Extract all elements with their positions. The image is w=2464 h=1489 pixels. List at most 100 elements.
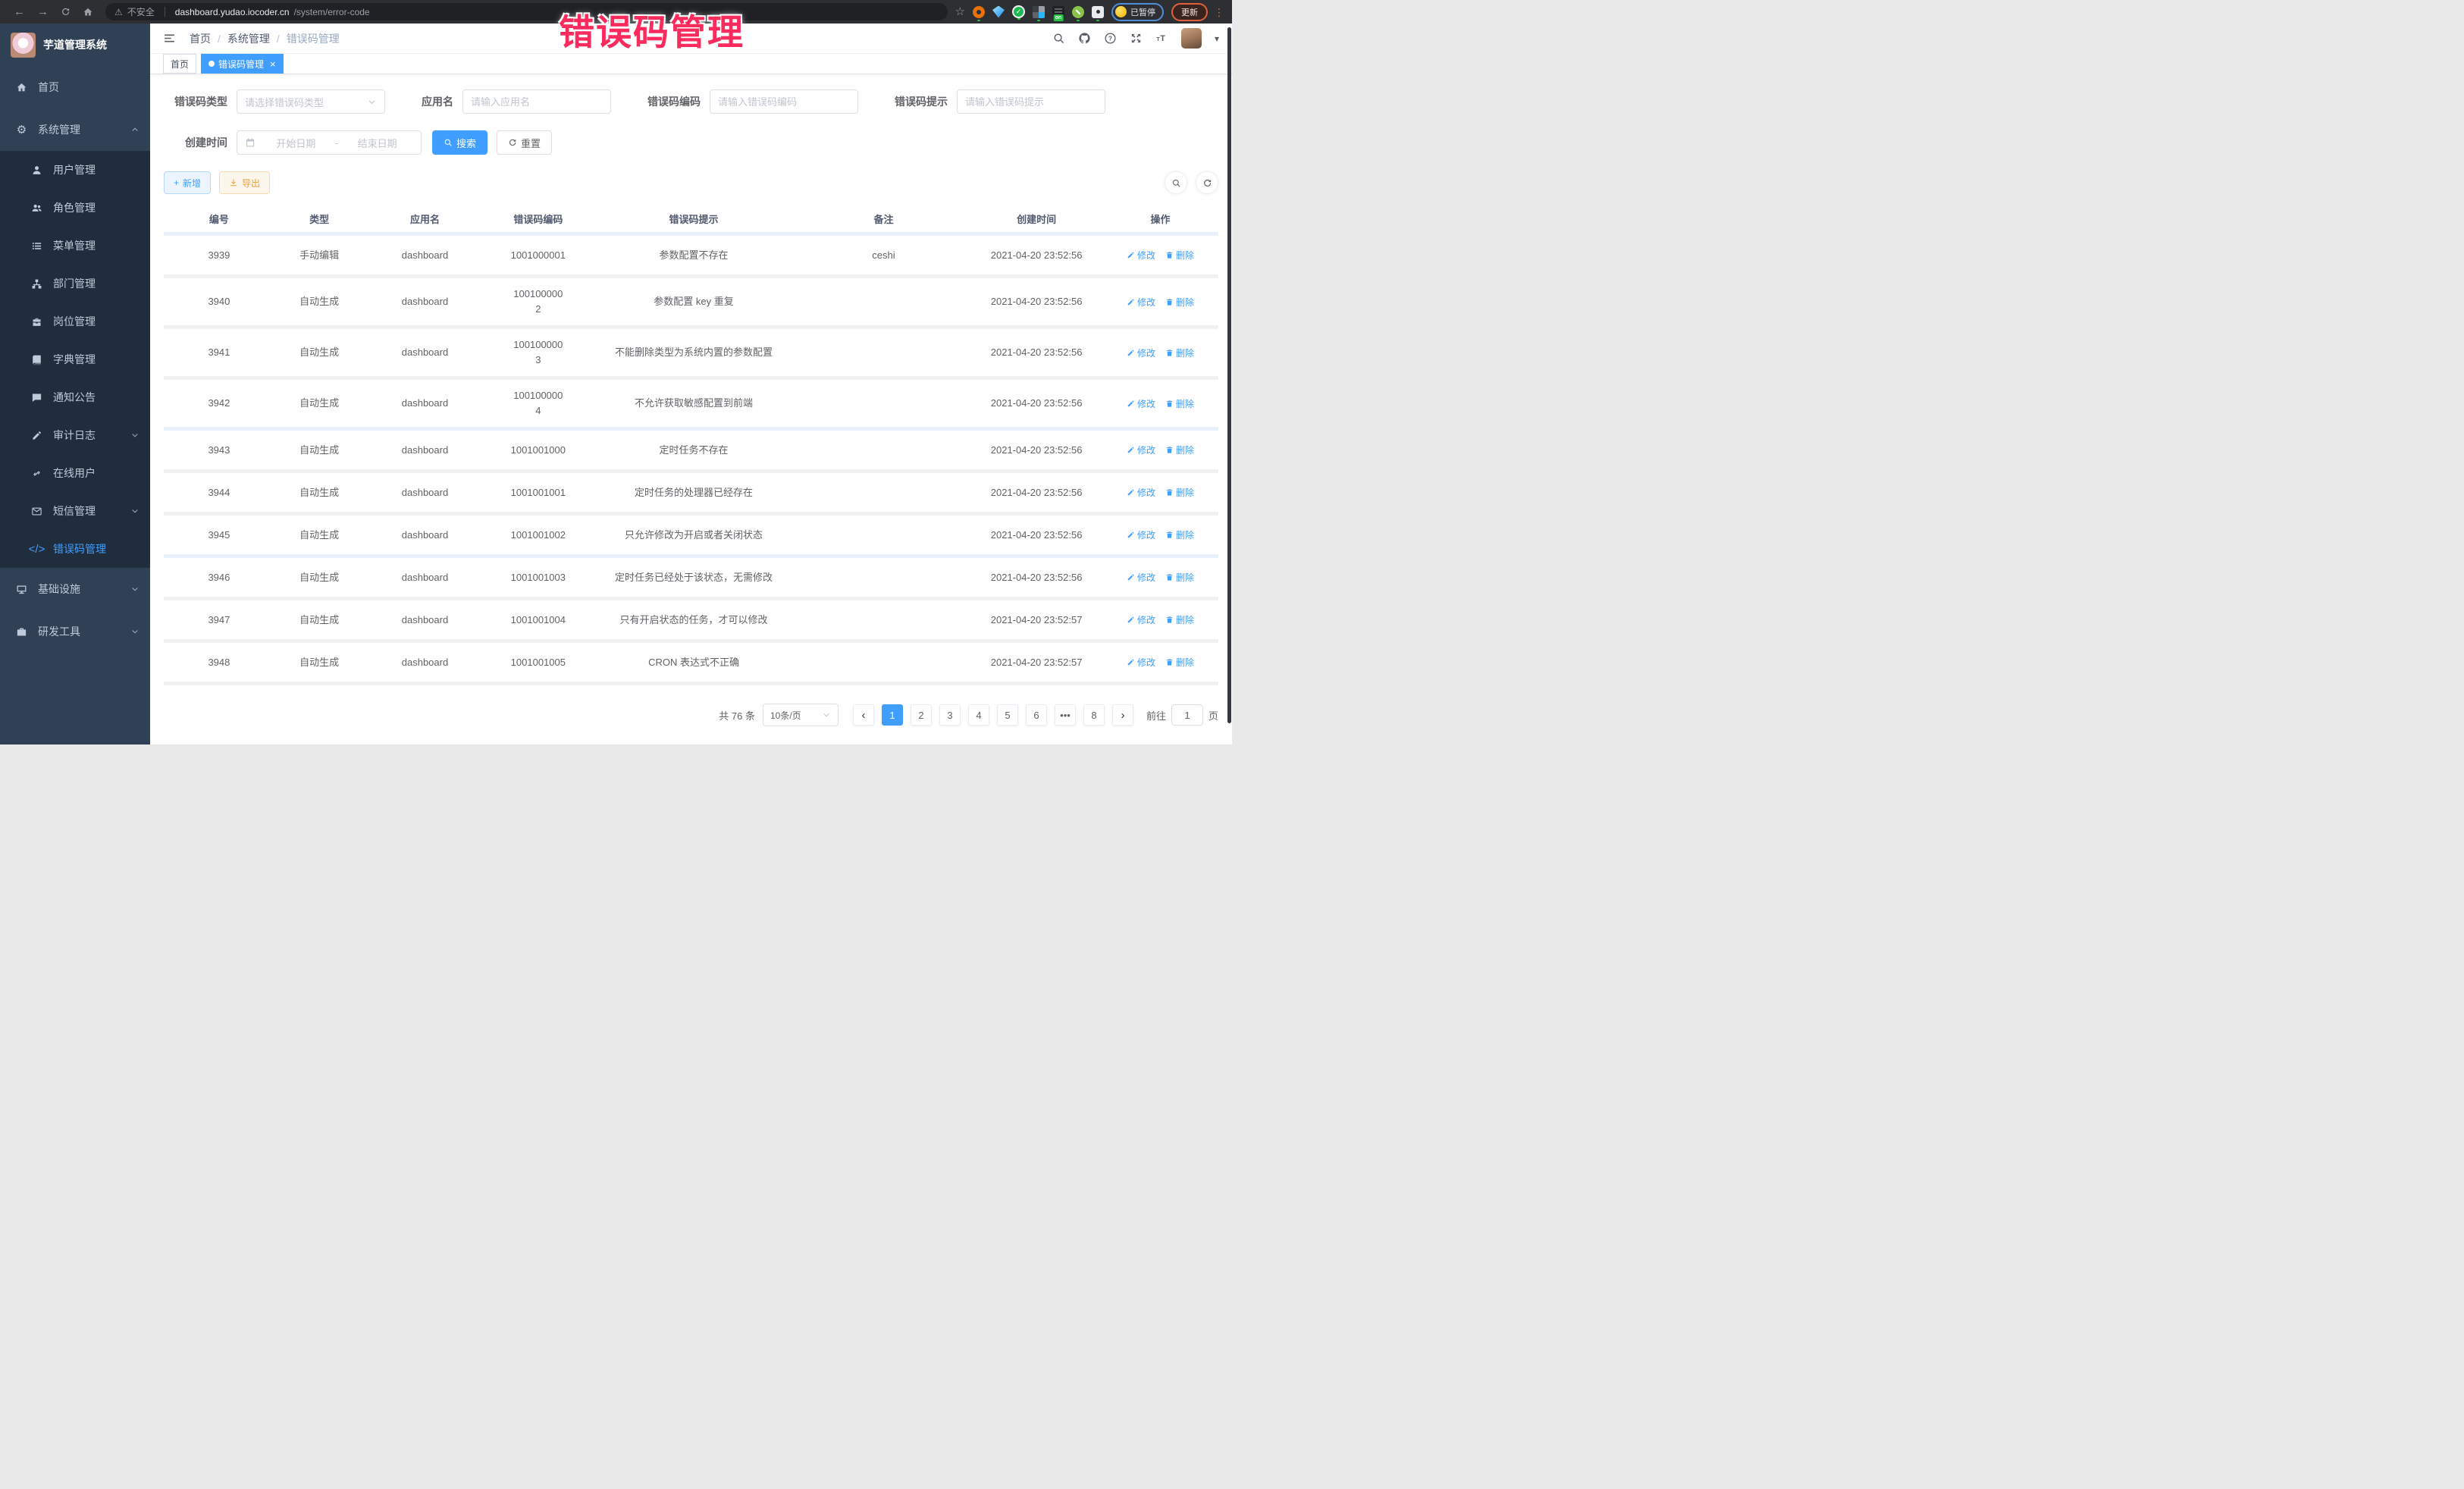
font-size-icon[interactable]: TT bbox=[1155, 32, 1168, 45]
edit-link[interactable]: 修改 bbox=[1127, 656, 1155, 669]
edit-link[interactable]: 修改 bbox=[1127, 296, 1155, 309]
sidebar-item[interactable]: 用户管理 bbox=[0, 151, 150, 189]
security-chip[interactable]: 不安全 bbox=[127, 5, 155, 18]
delete-link[interactable]: 删除 bbox=[1165, 613, 1194, 626]
page-number-button[interactable]: 6 bbox=[1026, 704, 1047, 726]
table-row: 3944 自动生成 dashboard 1001001001 定时任务的处理器已… bbox=[164, 473, 1218, 516]
sidebar-collapse-icon[interactable] bbox=[163, 32, 176, 45]
sidebar-item[interactable]: 在线用户 bbox=[0, 454, 150, 492]
target-extension-icon[interactable] bbox=[973, 6, 985, 18]
reset-button[interactable]: 重置 bbox=[497, 130, 552, 155]
github-icon[interactable] bbox=[1078, 32, 1091, 45]
edit-link[interactable]: 修改 bbox=[1127, 249, 1155, 262]
sidebar-item[interactable]: 菜单管理 bbox=[0, 227, 150, 265]
tab-home[interactable]: 首页 bbox=[163, 54, 196, 74]
edit-link[interactable]: 修改 bbox=[1127, 346, 1155, 359]
bookmark-star-icon[interactable]: ☆ bbox=[955, 6, 965, 17]
puzzle-extension-icon[interactable] bbox=[1092, 6, 1104, 18]
sidebar-item-label: 首页 bbox=[38, 80, 140, 95]
sidebar-item[interactable]: 字典管理 bbox=[0, 340, 150, 378]
delete-link[interactable]: 删除 bbox=[1165, 486, 1194, 499]
avatar-caret-icon[interactable]: ▾ bbox=[1215, 34, 1219, 43]
page-number-button[interactable]: 1 bbox=[882, 704, 903, 726]
prev-page-button[interactable]: ‹ bbox=[853, 704, 874, 726]
table-row: 3948 自动生成 dashboard 1001001005 CRON 表达式不… bbox=[164, 643, 1218, 685]
chevron-left-icon: ‹ bbox=[861, 710, 865, 721]
breadcrumb-home[interactable]: 首页 bbox=[190, 31, 211, 46]
onpage-extension-icon[interactable]: on bbox=[1052, 6, 1064, 18]
page-number-button[interactable]: 8 bbox=[1083, 704, 1105, 726]
sidebar-item[interactable]: ⚙ 系统管理 bbox=[0, 108, 150, 151]
edit-link[interactable]: 修改 bbox=[1127, 528, 1155, 541]
code-icon: </> bbox=[30, 544, 43, 555]
page-number-button[interactable]: 3 bbox=[939, 704, 961, 726]
edit-link[interactable]: 修改 bbox=[1127, 444, 1155, 456]
date-end-placeholder: 结束日期 bbox=[341, 136, 413, 150]
export-button[interactable]: 导出 bbox=[219, 171, 270, 194]
delete-link[interactable]: 删除 bbox=[1165, 249, 1194, 262]
edit-link[interactable]: 修改 bbox=[1127, 486, 1155, 499]
sidebar-item[interactable]: 短信管理 bbox=[0, 492, 150, 530]
table-header-cell: 应用名 bbox=[365, 212, 486, 226]
grid-extension-icon[interactable] bbox=[1033, 6, 1045, 18]
tab-error-code[interactable]: 错误码管理 × bbox=[201, 54, 284, 74]
date-range-picker[interactable]: 开始日期 - 结束日期 bbox=[237, 130, 422, 155]
check-extension-icon[interactable] bbox=[1012, 5, 1025, 18]
delete-link[interactable]: 删除 bbox=[1165, 571, 1194, 584]
forward-icon[interactable]: → bbox=[37, 6, 49, 17]
toggle-search-button[interactable] bbox=[1165, 171, 1187, 194]
delete-link[interactable]: 删除 bbox=[1165, 397, 1194, 410]
page-number-button[interactable]: 5 bbox=[997, 704, 1018, 726]
sidebar-item[interactable]: 基础设施 bbox=[0, 568, 150, 610]
next-page-button[interactable]: › bbox=[1112, 704, 1133, 726]
browser-scrollbar[interactable] bbox=[1227, 27, 1231, 723]
key-extension-icon[interactable] bbox=[1072, 6, 1084, 18]
delete-link[interactable]: 删除 bbox=[1165, 346, 1194, 359]
search-button[interactable]: 搜索 bbox=[432, 130, 487, 155]
edit-link[interactable]: 修改 bbox=[1127, 397, 1155, 410]
sidebar-item[interactable]: 首页 bbox=[0, 66, 150, 108]
browser-update-button[interactable]: 更新 bbox=[1171, 3, 1208, 21]
sidebar-item-label: 系统管理 bbox=[38, 122, 130, 137]
error-msg-input[interactable] bbox=[957, 89, 1105, 114]
active-dot-icon bbox=[208, 61, 215, 67]
delete-link[interactable]: 删除 bbox=[1165, 444, 1194, 456]
edit-link[interactable]: 修改 bbox=[1127, 613, 1155, 626]
sidebar-item[interactable]: 通知公告 bbox=[0, 378, 150, 416]
tab-close-icon[interactable]: × bbox=[270, 59, 276, 69]
sidebar-item[interactable]: 角色管理 bbox=[0, 189, 150, 227]
app-name-input[interactable] bbox=[462, 89, 611, 114]
home-icon[interactable] bbox=[83, 7, 93, 17]
page-number-button[interactable]: 4 bbox=[968, 704, 989, 726]
sidebar-item[interactable]: 研发工具 bbox=[0, 610, 150, 653]
reload-icon[interactable] bbox=[61, 7, 71, 17]
delete-link[interactable]: 删除 bbox=[1165, 656, 1194, 669]
sidebar-item[interactable]: </> 错误码管理 bbox=[0, 530, 150, 568]
search-icon[interactable] bbox=[1052, 32, 1065, 45]
page-number-button[interactable]: ••• bbox=[1055, 704, 1076, 726]
fullscreen-icon[interactable] bbox=[1130, 32, 1143, 45]
delete-link[interactable]: 删除 bbox=[1165, 296, 1194, 309]
sidebar-item[interactable]: 岗位管理 bbox=[0, 303, 150, 340]
back-icon[interactable]: ← bbox=[14, 6, 25, 17]
app-logo[interactable]: 芋道管理系统 bbox=[0, 24, 150, 66]
error-code-input[interactable] bbox=[710, 89, 858, 114]
sidebar-item[interactable]: 部门管理 bbox=[0, 265, 150, 303]
page-number-button[interactable]: 2 bbox=[911, 704, 932, 726]
sidebar-item[interactable]: 审计日志 bbox=[0, 416, 150, 454]
edit-link[interactable]: 修改 bbox=[1127, 571, 1155, 584]
cell-code: 1001001002 bbox=[485, 519, 591, 551]
help-icon[interactable]: ? bbox=[1104, 32, 1117, 45]
add-button[interactable]: + 新增 bbox=[164, 171, 211, 194]
browser-profile-chip[interactable]: 已暂停 bbox=[1111, 3, 1164, 21]
user-avatar[interactable] bbox=[1181, 28, 1202, 49]
delete-link[interactable]: 删除 bbox=[1165, 528, 1194, 541]
page-size-select[interactable]: 10条/页 bbox=[763, 704, 839, 726]
breadcrumb-system[interactable]: 系统管理 bbox=[227, 31, 270, 46]
error-type-select[interactable]: 请选择错误码类型 bbox=[237, 89, 385, 114]
gem-extension-icon[interactable] bbox=[992, 6, 1005, 18]
refresh-table-button[interactable] bbox=[1196, 171, 1218, 194]
browser-menu-icon[interactable]: ⋮ bbox=[1214, 7, 1224, 17]
goto-page-input[interactable] bbox=[1171, 704, 1203, 726]
url-bar[interactable]: ⚠ 不安全 dashboard.yudao.iocoder.cn /system… bbox=[105, 3, 948, 20]
